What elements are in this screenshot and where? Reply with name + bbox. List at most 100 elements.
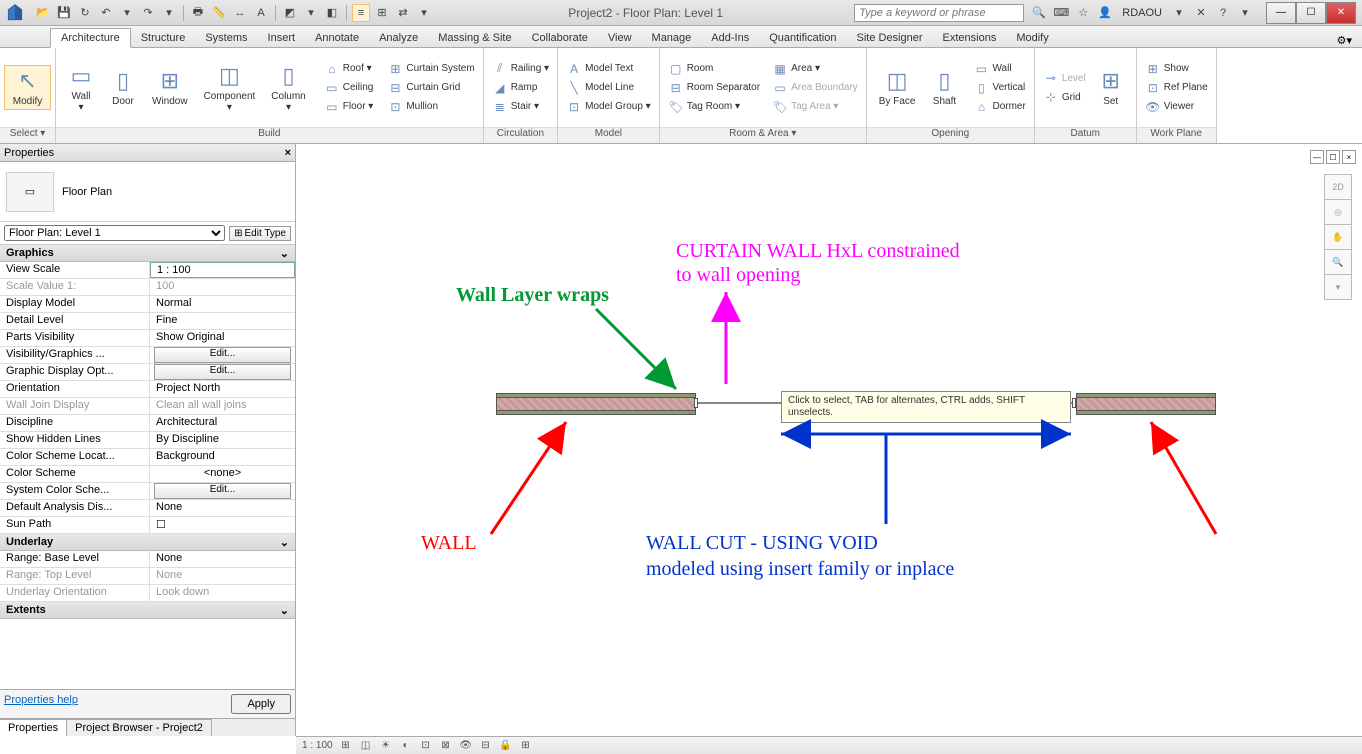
property-row[interactable]: Underlay OrientationLook down: [0, 585, 295, 602]
view-max-icon[interactable]: ☐: [1326, 150, 1340, 164]
app-menu-button[interactable]: [0, 0, 30, 26]
property-value[interactable]: 100: [150, 279, 295, 295]
stair-button[interactable]: ≣Stair ▾: [488, 98, 553, 116]
properties-header[interactable]: Properties ×: [0, 144, 295, 162]
nav-steering-icon[interactable]: ◎: [1324, 199, 1352, 225]
property-value[interactable]: <none>: [150, 466, 295, 482]
user-name[interactable]: RDAOU: [1118, 7, 1166, 19]
tab-addins[interactable]: Add-Ins: [701, 29, 759, 47]
door-button[interactable]: ▯Door: [102, 66, 144, 109]
property-row[interactable]: Sun Path☐: [0, 517, 295, 534]
level-button[interactable]: ⊸Level: [1039, 69, 1090, 87]
tab-sitedesigner[interactable]: Site Designer: [846, 29, 932, 47]
sync-icon[interactable]: ↻: [76, 4, 94, 22]
property-edit-button[interactable]: Edit...: [154, 364, 291, 380]
opening-vertical-button[interactable]: ▯Vertical: [969, 79, 1029, 97]
property-value[interactable]: 1 : 100: [150, 262, 295, 278]
exchange-icon[interactable]: ✕: [1192, 4, 1210, 22]
column-button[interactable]: ▯Column▾: [263, 61, 313, 115]
tab-manage[interactable]: Manage: [642, 29, 702, 47]
group-select-label[interactable]: Select ▾: [0, 127, 55, 143]
curtain-grid-button[interactable]: ⊟Curtain Grid: [383, 79, 478, 97]
ribbon-options-icon[interactable]: ⚙▾: [1337, 34, 1352, 47]
property-row[interactable]: DisciplineArchitectural: [0, 415, 295, 432]
property-edit-button[interactable]: Edit...: [154, 483, 291, 499]
opening-dormer-button[interactable]: ⌂Dormer: [969, 98, 1029, 116]
close-button[interactable]: ✕: [1326, 2, 1356, 24]
tab-extensions[interactable]: Extensions: [933, 29, 1007, 47]
print-icon[interactable]: 🖶: [189, 4, 207, 22]
property-row[interactable]: Default Analysis Dis...None: [0, 500, 295, 517]
open-icon[interactable]: 📂: [34, 4, 52, 22]
property-value[interactable]: Architectural: [150, 415, 295, 431]
wall-segment-right[interactable]: [1076, 396, 1216, 412]
property-row[interactable]: Scale Value 1:100: [0, 279, 295, 296]
tag-area-button[interactable]: 🏷Tag Area ▾: [768, 98, 862, 116]
property-category[interactable]: Extents: [0, 602, 295, 619]
signin-icon[interactable]: 👤: [1096, 4, 1114, 22]
crop-visible-icon[interactable]: ⊠: [439, 739, 453, 753]
tab-view[interactable]: View: [598, 29, 642, 47]
property-value[interactable]: Background: [150, 449, 295, 465]
window-button[interactable]: ⊞Window: [144, 66, 196, 109]
area-boundary-button[interactable]: ▭Area Boundary: [768, 79, 862, 97]
property-row[interactable]: Show Hidden LinesBy Discipline: [0, 432, 295, 449]
tab-structure[interactable]: Structure: [131, 29, 196, 47]
property-row[interactable]: Visibility/Graphics ...Edit...: [0, 347, 295, 364]
minimize-button[interactable]: —: [1266, 2, 1296, 24]
tab-annotate[interactable]: Annotate: [305, 29, 369, 47]
close-icon[interactable]: ×: [285, 147, 291, 159]
dropdown-icon[interactable]: ▾: [415, 4, 433, 22]
room-button[interactable]: ▢Room: [664, 60, 764, 78]
dropdown-icon[interactable]: ▾: [118, 4, 136, 22]
tab-massing[interactable]: Massing & Site: [428, 29, 521, 47]
dropdown-icon[interactable]: ▾: [1170, 4, 1188, 22]
nav-dropdown-icon[interactable]: ▾: [1324, 274, 1352, 300]
property-row[interactable]: View Scale1 : 100: [0, 262, 295, 279]
properties-help-link[interactable]: Properties help: [4, 694, 78, 714]
tab-architecture[interactable]: Architecture: [50, 28, 131, 48]
property-value[interactable]: Clean all wall joins: [150, 398, 295, 414]
tab-insert[interactable]: Insert: [258, 29, 306, 47]
component-button[interactable]: ◫Component▾: [196, 61, 264, 115]
visual-style-icon[interactable]: ◫: [359, 739, 373, 753]
view-close-icon[interactable]: ×: [1342, 150, 1356, 164]
property-value[interactable]: Look down: [150, 585, 295, 601]
crop-icon[interactable]: ⊡: [419, 739, 433, 753]
grid-button[interactable]: ⊹Grid: [1039, 88, 1090, 106]
by-face-button[interactable]: ◫By Face: [871, 66, 924, 109]
set-button[interactable]: ⊞Set: [1090, 66, 1132, 109]
dim-icon[interactable]: ↔: [231, 4, 249, 22]
property-row[interactable]: Range: Top LevelNone: [0, 568, 295, 585]
maximize-button[interactable]: ☐: [1296, 2, 1326, 24]
save-icon[interactable]: 💾: [55, 4, 73, 22]
redo-icon[interactable]: ↷: [139, 4, 157, 22]
property-category[interactable]: Graphics: [0, 245, 295, 262]
thinlines-icon[interactable]: ≡: [352, 4, 370, 22]
apply-button[interactable]: Apply: [231, 694, 291, 714]
roof-button[interactable]: ⌂Roof ▾: [320, 60, 378, 78]
tab-systems[interactable]: Systems: [195, 29, 257, 47]
curtain-system-button[interactable]: ⊞Curtain System: [383, 60, 478, 78]
search-icon[interactable]: 🔍: [1030, 4, 1048, 22]
group-room-area-label[interactable]: Room & Area ▾: [660, 127, 866, 143]
shaft-button[interactable]: ▯Shaft: [923, 66, 965, 109]
analytical-icon[interactable]: ⊞: [519, 739, 533, 753]
tag-room-button[interactable]: 🏷Tag Room ▾: [664, 98, 764, 116]
property-row[interactable]: Graphic Display Opt...Edit...: [0, 364, 295, 381]
ref-plane-button[interactable]: ⊡Ref Plane: [1141, 79, 1212, 97]
scale-display[interactable]: 1 : 100: [302, 740, 333, 751]
ramp-button[interactable]: ◢Ramp: [488, 79, 553, 97]
wall-segment-left[interactable]: [496, 396, 696, 412]
property-value[interactable]: ☐: [150, 517, 295, 533]
constraints-icon[interactable]: 🔒: [499, 739, 513, 753]
property-row[interactable]: Color Scheme<none>: [0, 466, 295, 483]
close-views-icon[interactable]: ⊞: [373, 4, 391, 22]
property-row[interactable]: Display ModelNormal: [0, 296, 295, 313]
model-text-button[interactable]: AModel Text: [562, 60, 655, 78]
property-value[interactable]: Show Original: [150, 330, 295, 346]
wall-button[interactable]: ▭Wall▾: [60, 61, 102, 115]
property-value[interactable]: By Discipline: [150, 432, 295, 448]
room-separator-button[interactable]: ⊟Room Separator: [664, 79, 764, 97]
tab-analyze[interactable]: Analyze: [369, 29, 428, 47]
